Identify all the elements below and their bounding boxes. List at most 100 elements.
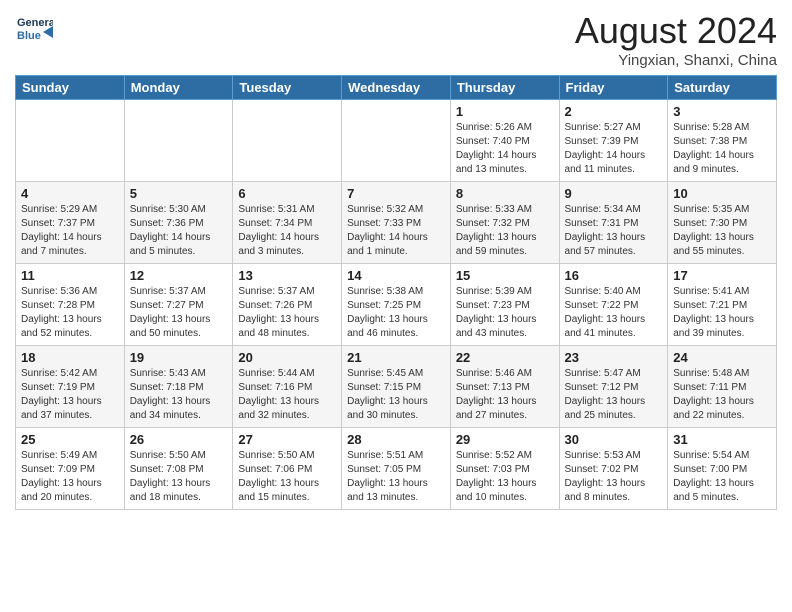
day-info: Sunrise: 5:31 AM Sunset: 7:34 PM Dayligh…	[238, 203, 336, 259]
logo: General Blue	[15, 10, 53, 48]
calendar-cell: 29Sunrise: 5:52 AM Sunset: 7:03 PM Dayli…	[450, 428, 559, 510]
day-number: 21	[347, 350, 445, 365]
page-header: General Blue August 2024 Yingxian, Shanx…	[15, 10, 777, 69]
calendar-cell: 11 Sunrise: 5:36 AM Sunset: 7:28 PM Dayli…	[16, 264, 125, 346]
day-info: Sunrise: 5:37 AM Sunset: 7:26 PM Dayligh…	[238, 285, 336, 341]
calendar-cell: 1Sunrise: 5:26 AM Sunset: 7:40 PM Daylig…	[450, 100, 559, 182]
day-number: 13	[238, 268, 336, 283]
day-info: Sunrise: 5:29 AM Sunset: 7:37 PM Dayligh…	[21, 203, 119, 259]
day-info: Sunrise: 5:45 AM Sunset: 7:15 PM Dayligh…	[347, 367, 445, 423]
calendar-cell: 16Sunrise: 5:40 AM Sunset: 7:22 PM Dayli…	[559, 264, 668, 346]
day-number: 18	[21, 350, 119, 365]
col-thursday: Thursday	[450, 76, 559, 100]
calendar-cell: 15 Sunrise: 5:39 AM Sunset: 7:23 PM Dayli…	[450, 264, 559, 346]
calendar-cell: 26Sunrise: 5:50 AM Sunset: 7:08 PM Dayli…	[124, 428, 233, 510]
day-number: 11	[21, 268, 119, 283]
day-number: 5	[130, 186, 228, 201]
day-number: 16	[565, 268, 663, 283]
calendar-header-row: Sunday Monday Tuesday Wednesday Thursday…	[16, 76, 777, 100]
day-number: 8	[456, 186, 554, 201]
day-info: Sunrise: 5:51 AM Sunset: 7:05 PM Dayligh…	[347, 449, 445, 505]
day-number: 6	[238, 186, 336, 201]
day-number: 30	[565, 432, 663, 447]
calendar-cell: 21 Sunrise: 5:45 AM Sunset: 7:15 PM Dayli…	[342, 346, 451, 428]
day-number: 14	[347, 268, 445, 283]
calendar-cell: 9 Sunrise: 5:34 AM Sunset: 7:31 PM Daylig…	[559, 182, 668, 264]
calendar-cell: 31 Sunrise: 5:54 AM Sunset: 7:00 PM Dayli…	[668, 428, 777, 510]
calendar-cell: 8 Sunrise: 5:33 AM Sunset: 7:32 PM Daylig…	[450, 182, 559, 264]
day-info: Sunrise: 5:36 AM Sunset: 7:28 PM Dayligh…	[21, 285, 119, 341]
calendar-cell	[124, 100, 233, 182]
day-number: 15	[456, 268, 554, 283]
calendar-cell: 2Sunrise: 5:27 AM Sunset: 7:39 PM Daylig…	[559, 100, 668, 182]
day-number: 2	[565, 104, 663, 119]
week-row-1: 4Sunrise: 5:29 AM Sunset: 7:37 PM Daylig…	[16, 182, 777, 264]
day-number: 7	[347, 186, 445, 201]
day-number: 10	[673, 186, 771, 201]
day-info: Sunrise: 5:52 AM Sunset: 7:03 PM Dayligh…	[456, 449, 554, 505]
day-number: 12	[130, 268, 228, 283]
svg-text:Blue: Blue	[17, 30, 41, 42]
day-number: 27	[238, 432, 336, 447]
day-number: 19	[130, 350, 228, 365]
day-number: 22	[456, 350, 554, 365]
col-saturday: Saturday	[668, 76, 777, 100]
day-info: Sunrise: 5:39 AM Sunset: 7:23 PM Dayligh…	[456, 285, 554, 341]
calendar-cell: 12 Sunrise: 5:37 AM Sunset: 7:27 PM Dayli…	[124, 264, 233, 346]
day-info: Sunrise: 5:42 AM Sunset: 7:19 PM Dayligh…	[21, 367, 119, 423]
day-info: Sunrise: 5:53 AM Sunset: 7:02 PM Dayligh…	[565, 449, 663, 505]
svg-text:General: General	[17, 17, 53, 29]
day-number: 31	[673, 432, 771, 447]
day-info: Sunrise: 5:43 AM Sunset: 7:18 PM Dayligh…	[130, 367, 228, 423]
day-number: 3	[673, 104, 771, 119]
calendar-cell: 10 Sunrise: 5:35 AM Sunset: 7:30 PM Dayli…	[668, 182, 777, 264]
col-sunday: Sunday	[16, 76, 125, 100]
day-info: Sunrise: 5:35 AM Sunset: 7:30 PM Dayligh…	[673, 203, 771, 259]
col-wednesday: Wednesday	[342, 76, 451, 100]
day-number: 9	[565, 186, 663, 201]
calendar-cell: 5 Sunrise: 5:30 AM Sunset: 7:36 PM Daylig…	[124, 182, 233, 264]
calendar-cell: 13 Sunrise: 5:37 AM Sunset: 7:26 PM Dayli…	[233, 264, 342, 346]
day-info: Sunrise: 5:48 AM Sunset: 7:11 PM Dayligh…	[673, 367, 771, 423]
day-info: Sunrise: 5:47 AM Sunset: 7:12 PM Dayligh…	[565, 367, 663, 423]
week-row-3: 18 Sunrise: 5:42 AM Sunset: 7:19 PM Dayli…	[16, 346, 777, 428]
day-info: Sunrise: 5:38 AM Sunset: 7:25 PM Dayligh…	[347, 285, 445, 341]
day-info: Sunrise: 5:50 AM Sunset: 7:08 PM Dayligh…	[130, 449, 228, 505]
location: Yingxian, Shanxi, China	[575, 52, 777, 69]
day-number: 20	[238, 350, 336, 365]
calendar-cell: 28 Sunrise: 5:51 AM Sunset: 7:05 PM Dayli…	[342, 428, 451, 510]
calendar-cell: 27Sunrise: 5:50 AM Sunset: 7:06 PM Dayli…	[233, 428, 342, 510]
day-info: Sunrise: 5:44 AM Sunset: 7:16 PM Dayligh…	[238, 367, 336, 423]
day-info: Sunrise: 5:34 AM Sunset: 7:31 PM Dayligh…	[565, 203, 663, 259]
day-info: Sunrise: 5:37 AM Sunset: 7:27 PM Dayligh…	[130, 285, 228, 341]
week-row-4: 25 Sunrise: 5:49 AM Sunset: 7:09 PM Dayli…	[16, 428, 777, 510]
calendar-cell: 19 Sunrise: 5:43 AM Sunset: 7:18 PM Dayli…	[124, 346, 233, 428]
day-number: 28	[347, 432, 445, 447]
calendar-cell: 30 Sunrise: 5:53 AM Sunset: 7:02 PM Dayli…	[559, 428, 668, 510]
calendar-cell: 3Sunrise: 5:28 AM Sunset: 7:38 PM Daylig…	[668, 100, 777, 182]
week-row-0: 1Sunrise: 5:26 AM Sunset: 7:40 PM Daylig…	[16, 100, 777, 182]
week-row-2: 11 Sunrise: 5:36 AM Sunset: 7:28 PM Dayli…	[16, 264, 777, 346]
calendar-cell: 23Sunrise: 5:47 AM Sunset: 7:12 PM Dayli…	[559, 346, 668, 428]
calendar-cell: 24 Sunrise: 5:48 AM Sunset: 7:11 PM Dayli…	[668, 346, 777, 428]
calendar-cell: 17 Sunrise: 5:41 AM Sunset: 7:21 PM Dayli…	[668, 264, 777, 346]
calendar-cell: 20 Sunrise: 5:44 AM Sunset: 7:16 PM Dayli…	[233, 346, 342, 428]
title-section: August 2024 Yingxian, Shanxi, China	[575, 10, 777, 69]
day-info: Sunrise: 5:30 AM Sunset: 7:36 PM Dayligh…	[130, 203, 228, 259]
calendar-cell: 25 Sunrise: 5:49 AM Sunset: 7:09 PM Dayli…	[16, 428, 125, 510]
calendar-cell: 14 Sunrise: 5:38 AM Sunset: 7:25 PM Dayli…	[342, 264, 451, 346]
day-number: 17	[673, 268, 771, 283]
col-friday: Friday	[559, 76, 668, 100]
day-info: Sunrise: 5:49 AM Sunset: 7:09 PM Dayligh…	[21, 449, 119, 505]
col-tuesday: Tuesday	[233, 76, 342, 100]
calendar-cell: 4Sunrise: 5:29 AM Sunset: 7:37 PM Daylig…	[16, 182, 125, 264]
calendar-cell	[342, 100, 451, 182]
calendar-cell	[233, 100, 342, 182]
day-info: Sunrise: 5:26 AM Sunset: 7:40 PM Dayligh…	[456, 121, 554, 177]
day-info: Sunrise: 5:41 AM Sunset: 7:21 PM Dayligh…	[673, 285, 771, 341]
day-info: Sunrise: 5:54 AM Sunset: 7:00 PM Dayligh…	[673, 449, 771, 505]
day-info: Sunrise: 5:33 AM Sunset: 7:32 PM Dayligh…	[456, 203, 554, 259]
day-number: 24	[673, 350, 771, 365]
day-number: 25	[21, 432, 119, 447]
month-title: August 2024	[575, 10, 777, 52]
